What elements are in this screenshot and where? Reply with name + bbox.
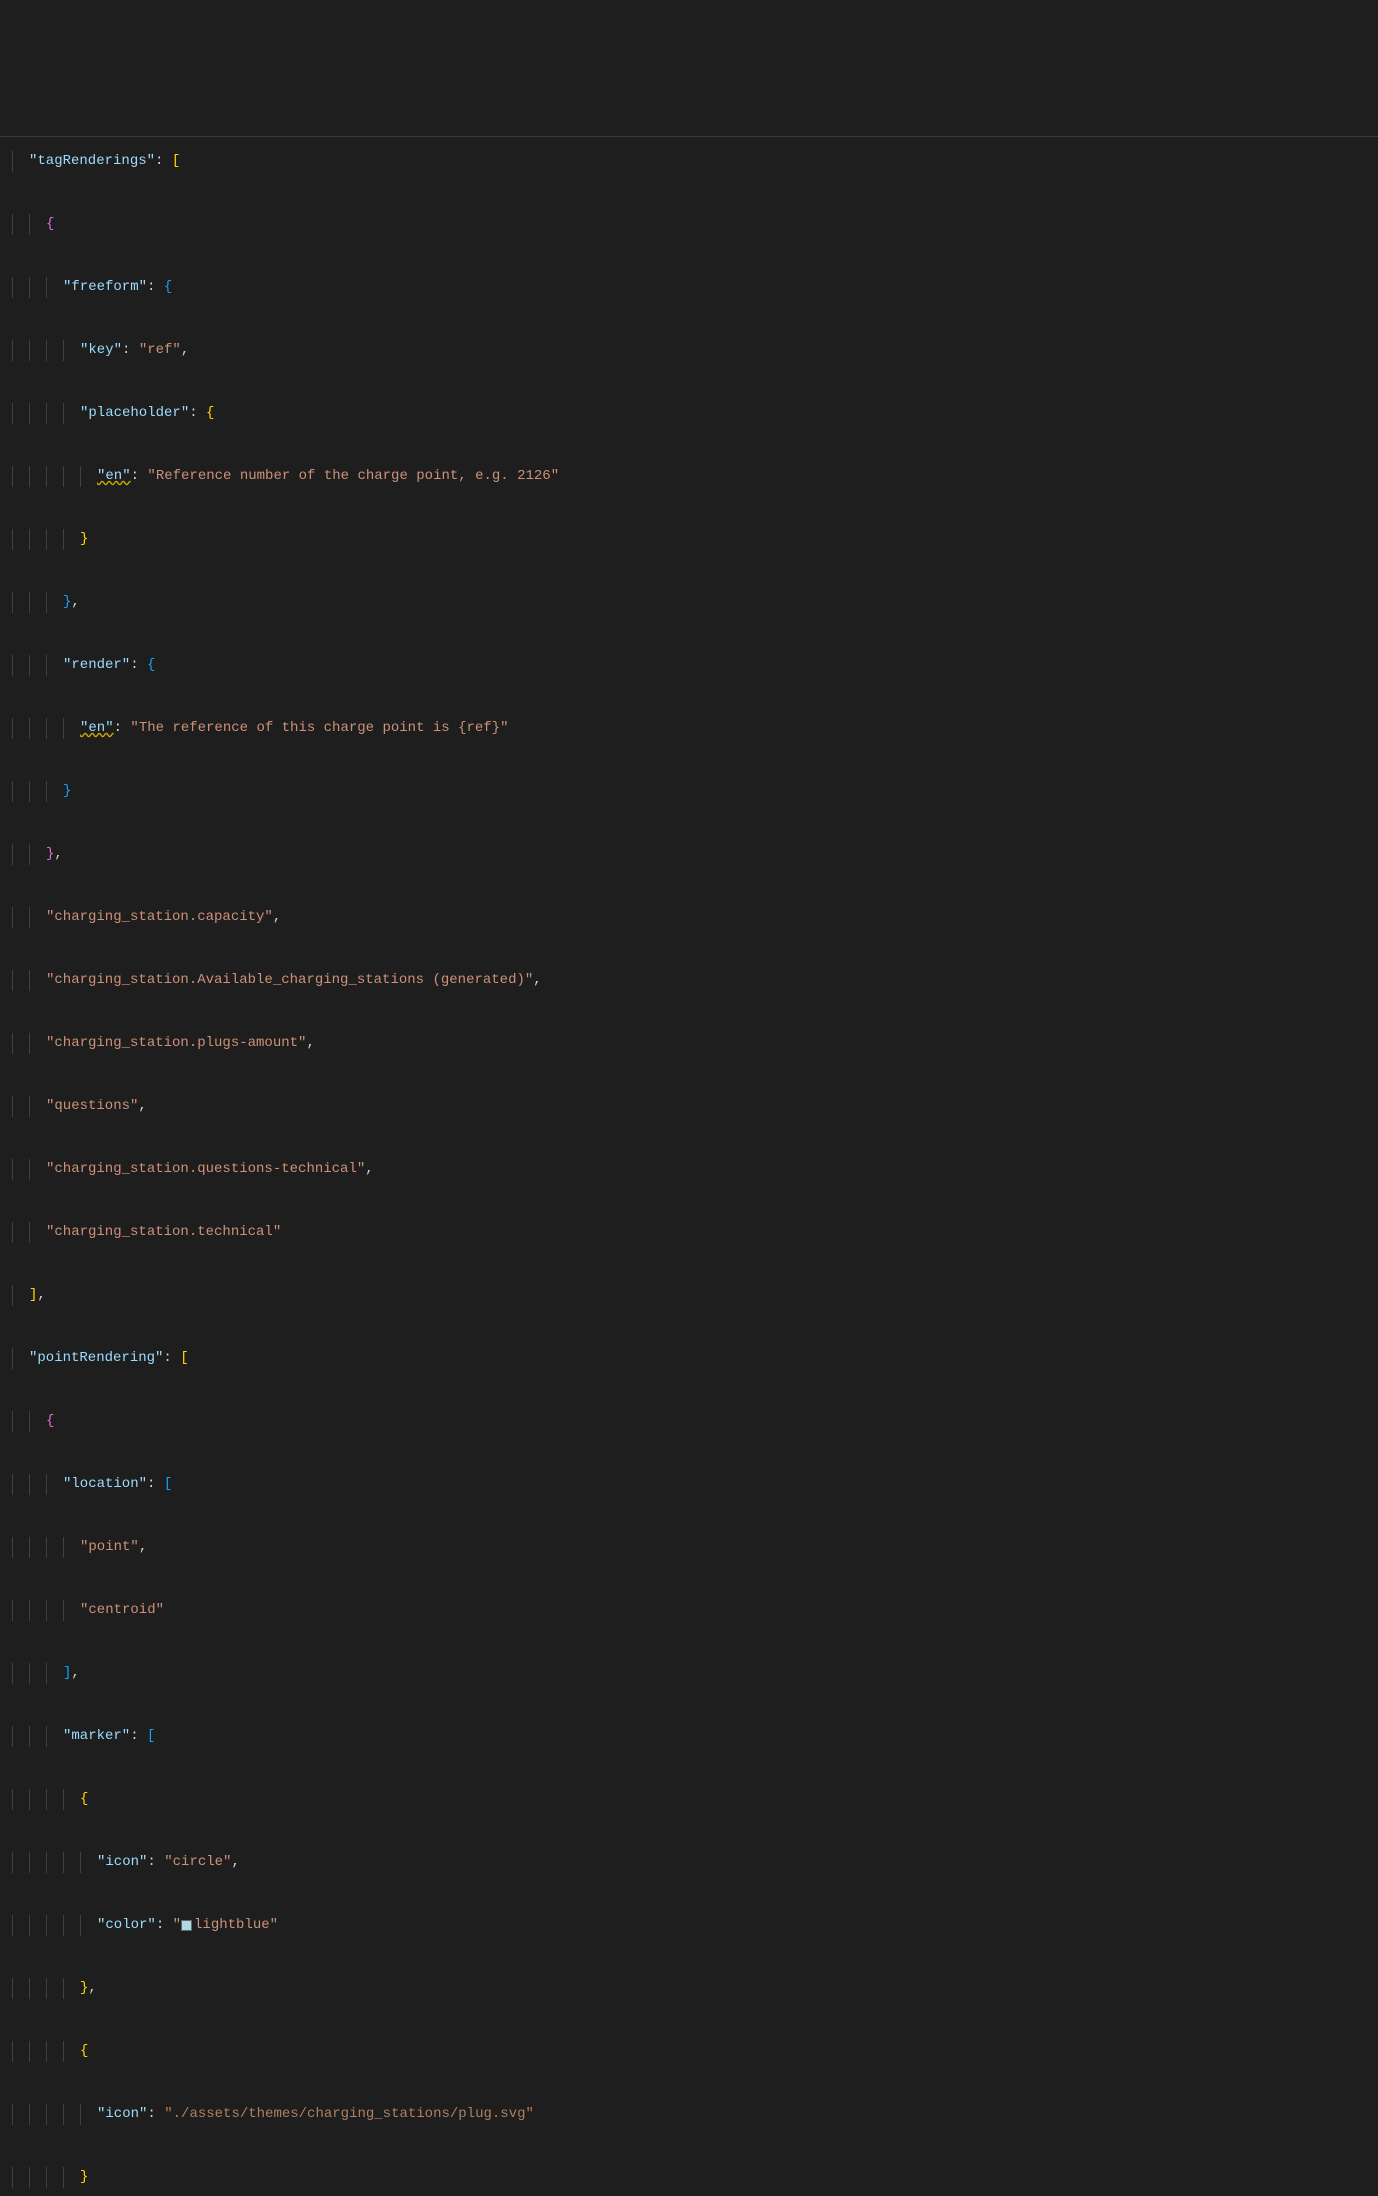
code-line[interactable]: ], [0,1663,1378,1684]
code-line[interactable]: "charging_station.Available_charging_sta… [0,970,1378,991]
code-line[interactable]: "en": "Reference number of the charge po… [0,466,1378,487]
code-line[interactable]: { [0,1411,1378,1432]
code-line[interactable]: "color": "lightblue" [0,1915,1378,1936]
code-line[interactable]: "charging_station.questions-technical", [0,1159,1378,1180]
json-string: "questions" [46,1096,138,1117]
json-key: "marker" [63,1726,130,1747]
code-line[interactable]: }, [0,592,1378,613]
code-line[interactable]: } [0,781,1378,802]
color-swatch-icon [181,1920,192,1931]
json-string: "Reference number of the charge point, e… [147,466,559,487]
json-string: " [173,1915,181,1936]
code-line[interactable]: "render": { [0,655,1378,676]
code-line[interactable]: "icon": "circle", [0,1852,1378,1873]
json-key: "placeholder" [80,403,189,424]
json-key: "pointRendering" [29,1348,163,1369]
json-key: "freeform" [63,277,147,298]
json-key: "render" [63,655,130,676]
json-key: "location" [63,1474,147,1495]
json-string: "charging_station.plugs-amount" [46,1033,306,1054]
code-line[interactable]: } [0,2167,1378,2188]
code-line[interactable]: "placeholder": { [0,403,1378,424]
json-string: lightblue" [194,1915,278,1936]
json-string: "The reference of this charge point is {… [130,718,508,739]
code-line[interactable]: "pointRendering": [ [0,1348,1378,1369]
json-key: "tagRenderings" [29,151,155,172]
code-line[interactable]: "centroid" [0,1600,1378,1621]
scroll-indicator [0,136,1378,137]
code-line[interactable]: "key": "ref", [0,340,1378,361]
json-string: "circle" [164,1852,231,1873]
code-line[interactable]: }, [0,844,1378,865]
code-line[interactable]: "charging_station.technical" [0,1222,1378,1243]
code-line[interactable]: "icon": "./assets/themes/charging_statio… [0,2104,1378,2125]
json-string: "charging_station.capacity" [46,907,273,928]
json-string: "./assets/themes/charging_stations/plug.… [164,2104,534,2125]
json-string: "charging_station.technical" [46,1222,281,1243]
json-string: "ref" [139,340,181,361]
code-line[interactable]: "en": "The reference of this charge poin… [0,718,1378,739]
json-key: "icon" [97,1852,147,1873]
code-line[interactable]: { [0,1789,1378,1810]
code-line[interactable]: "freeform": { [0,277,1378,298]
code-line[interactable]: { [0,2041,1378,2062]
json-key-warning: "en" [97,466,131,487]
code-line[interactable]: }, [0,1978,1378,1999]
json-key-warning: "en" [80,718,114,739]
code-line[interactable]: ], [0,1285,1378,1306]
code-line[interactable]: "charging_station.plugs-amount", [0,1033,1378,1054]
json-key: "color" [97,1915,156,1936]
json-string: "charging_station.questions-technical" [46,1159,365,1180]
code-line[interactable]: "questions", [0,1096,1378,1117]
code-line[interactable]: "point", [0,1537,1378,1558]
json-string: "charging_station.Available_charging_sta… [46,970,533,991]
json-string: "centroid" [80,1600,164,1621]
json-key: "icon" [97,2104,147,2125]
code-line[interactable]: { [0,214,1378,235]
code-line[interactable]: } [0,529,1378,550]
code-line[interactable]: "tagRenderings": [ [0,151,1378,172]
code-editor[interactable]: "tagRenderings": [ { "freeform": { "key"… [0,84,1378,2196]
code-line[interactable]: "charging_station.capacity", [0,907,1378,928]
code-line[interactable]: "location": [ [0,1474,1378,1495]
code-line[interactable]: "marker": [ [0,1726,1378,1747]
json-key: "key" [80,340,122,361]
json-string: "point" [80,1537,139,1558]
